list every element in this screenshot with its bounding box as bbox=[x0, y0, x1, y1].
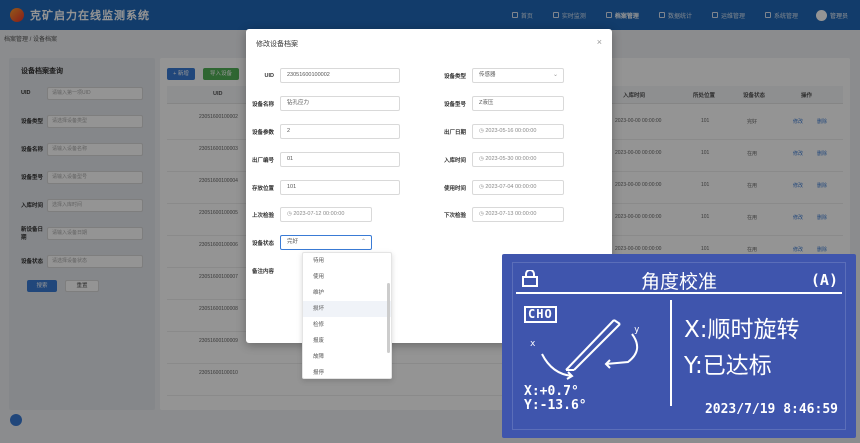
factory-date-row: 出厂日期 ◷ 2023-05-16 00:00:00 bbox=[438, 124, 564, 139]
params-field[interactable]: 2 bbox=[280, 124, 400, 139]
model-field[interactable]: Z液压 bbox=[472, 96, 564, 111]
dropdown-scrollbar[interactable] bbox=[387, 283, 390, 353]
factory-no-field[interactable]: 01 bbox=[280, 152, 400, 167]
divider bbox=[516, 292, 842, 294]
last-check-row: 上次检验 ◷ 2023-07-12 00:00:00 bbox=[246, 207, 372, 222]
location-row: 存放位置 101 bbox=[246, 180, 400, 195]
use-time-picker[interactable]: ◷ 2023-07-04 00:00:00 bbox=[472, 180, 564, 195]
status-dropdown: 待用 使用 维护 损坏 检修 报废 故障 报停 bbox=[302, 252, 392, 379]
chevron-down-icon: ⌄ bbox=[552, 72, 558, 78]
lcd-title: 角度校准 bbox=[640, 271, 717, 293]
close-icon[interactable]: × bbox=[597, 37, 602, 47]
dropdown-option[interactable]: 损坏 bbox=[303, 301, 391, 317]
type-row: 设备类型 传感器 ⌄ bbox=[438, 68, 564, 83]
stock-time-row: 入库时间 ◷ 2023-05-30 00:00:00 bbox=[438, 152, 564, 167]
params-row: 设备参数 2 bbox=[246, 124, 400, 139]
lcd-mode: (A) bbox=[810, 271, 838, 289]
last-check-picker[interactable]: ◷ 2023-07-12 00:00:00 bbox=[280, 207, 372, 222]
use-time-row: 使用时间 ◷ 2023-07-04 00:00:00 bbox=[438, 180, 564, 195]
svg-text:y: y bbox=[634, 325, 640, 335]
stock-time-picker[interactable]: ◷ 2023-05-30 00:00:00 bbox=[472, 152, 564, 167]
next-check-row: 下次检验 ◷ 2023-07-13 00:00:00 bbox=[438, 207, 564, 222]
name-field[interactable]: 钻孔应力 bbox=[280, 96, 400, 111]
dropdown-option[interactable]: 故障 bbox=[303, 349, 391, 365]
lcd-y-offset: Y:-13.6° bbox=[524, 398, 587, 413]
drill-angle-icon: x y bbox=[530, 319, 640, 380]
next-check-picker[interactable]: ◷ 2023-07-13 00:00:00 bbox=[472, 207, 564, 222]
location-field[interactable]: 101 bbox=[280, 180, 400, 195]
type-select[interactable]: 传感器 ⌄ bbox=[472, 68, 564, 83]
model-row: 设备型号 Z液压 bbox=[438, 96, 564, 111]
status-select[interactable]: 完好 ⌃ bbox=[280, 235, 372, 250]
status-row: 设备状态 完好 ⌃ bbox=[246, 235, 372, 250]
chevron-up-icon: ⌃ bbox=[360, 239, 366, 245]
lcd-x-status: X:顺时旋转 bbox=[684, 317, 800, 343]
lcd-y-status: Y:已达标 bbox=[684, 353, 772, 379]
dropdown-option[interactable]: 报停 bbox=[303, 365, 391, 378]
dropdown-option[interactable]: 待用 bbox=[303, 253, 391, 269]
dropdown-option[interactable]: 检修 bbox=[303, 317, 391, 333]
dropdown-option[interactable]: 使用 bbox=[303, 269, 391, 285]
remark-row: 备注内容 bbox=[251, 268, 274, 275]
name-row: 设备名称 钻孔应力 bbox=[246, 96, 400, 111]
modal-title: 修改设备档案 bbox=[256, 41, 298, 48]
factory-no-row: 出厂编号 01 bbox=[246, 152, 400, 167]
uid-field[interactable]: 23051600100002 bbox=[280, 68, 400, 83]
dropdown-option[interactable]: 维护 bbox=[303, 285, 391, 301]
divider bbox=[670, 300, 672, 406]
svg-text:x: x bbox=[530, 339, 536, 349]
dropdown-option[interactable]: 报废 bbox=[303, 333, 391, 349]
lcd-x-offset: X:+0.7° bbox=[524, 384, 579, 399]
uid-row: UID 23051600100002 bbox=[246, 68, 400, 83]
lcd-display: 角度校准 (A) CHO x y X:顺时旋转 Y:已达标 X:+0.7° Y:… bbox=[502, 254, 856, 438]
lcd-datetime: 2023/7/19 8:46:59 bbox=[704, 402, 838, 417]
factory-date-picker[interactable]: ◷ 2023-05-16 00:00:00 bbox=[472, 124, 564, 139]
